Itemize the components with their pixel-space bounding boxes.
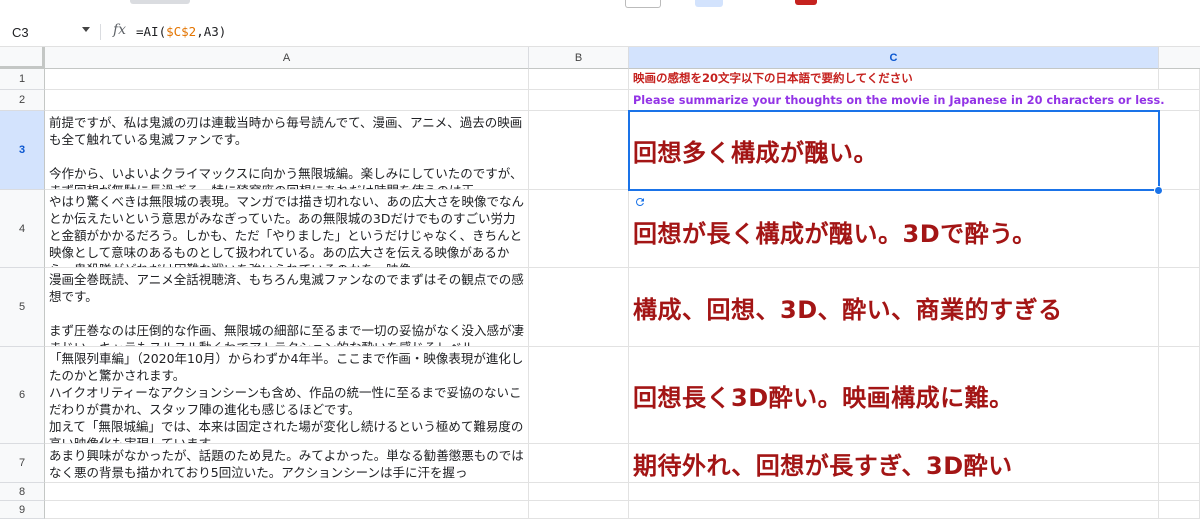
cell-d9[interactable] (1159, 501, 1200, 519)
cell-a7[interactable]: あまり興味がなかったが、話題のため見た。みてよかった。単なる勧善懲悪ものではなく… (45, 444, 529, 483)
select-all-corner[interactable] (0, 47, 45, 69)
row-header-2[interactable]: 2 (0, 90, 45, 111)
row-header-5[interactable]: 5 (0, 268, 45, 347)
row-header-3[interactable]: 3 (0, 111, 45, 190)
cell-b2[interactable] (529, 90, 629, 111)
cell-d4[interactable] (1159, 190, 1200, 268)
column-header-d-partial[interactable] (1159, 47, 1200, 69)
cell-b8[interactable] (529, 483, 629, 501)
name-box-value: C3 (12, 24, 29, 40)
formula-reference: $C$2 (166, 24, 197, 39)
toolbar-color-fragment (795, 0, 817, 5)
column-header-c[interactable]: C (629, 47, 1159, 69)
cell-c9[interactable] (629, 501, 1159, 519)
row-header-8[interactable]: 8 (0, 483, 45, 501)
cell-b7[interactable] (529, 444, 629, 483)
column-header-a[interactable]: A (45, 47, 529, 69)
fill-handle[interactable] (1154, 186, 1163, 195)
column-header-b[interactable]: B (529, 47, 629, 69)
cell-d5[interactable] (1159, 268, 1200, 347)
name-box[interactable]: C3 (0, 18, 100, 46)
fx-icon: fx (113, 22, 127, 38)
row-header-9[interactable]: 9 (0, 501, 45, 519)
formula-bar: C3 fx =AI($C$2,A3) (0, 18, 1200, 47)
formula-suffix: ,A3) (196, 24, 227, 39)
cell-c3[interactable]: 回想多く構成が醜い。 (629, 111, 1159, 190)
cell-c4[interactable]: 回想が長く構成が醜い。3Dで酔う。 (629, 190, 1159, 268)
cell-d8[interactable] (1159, 483, 1200, 501)
cell-d6[interactable] (1159, 347, 1200, 444)
cell-a9[interactable] (45, 501, 529, 519)
row-header-4[interactable]: 4 (0, 190, 45, 268)
cell-d3[interactable] (1159, 111, 1200, 190)
cell-a3[interactable]: 前提ですが、私は鬼滅の刃は連載当時から毎号読んでて、漫画、アニメ、過去の映画も全… (45, 111, 529, 190)
cell-b1[interactable] (529, 69, 629, 90)
chevron-down-icon[interactable] (82, 27, 90, 32)
cell-c7[interactable]: 期待外れ、回想が長すぎ、3D酔い (629, 444, 1159, 483)
cell-c1[interactable]: 映画の感想を20文字以下の日本語で要約してください (629, 69, 1159, 90)
cell-b5[interactable] (529, 268, 629, 347)
toolbar-control-fragment (695, 0, 723, 7)
cell-a4[interactable]: やはり驚くべきは無限城の表現。マンガでは描き切れない、あの広大さを映像でなんとか… (45, 190, 529, 268)
cell-d7[interactable] (1159, 444, 1200, 483)
formula-separator (100, 24, 101, 40)
refresh-icon[interactable] (630, 193, 650, 211)
cell-b3[interactable] (529, 111, 629, 190)
row-header-7[interactable]: 7 (0, 444, 45, 483)
toolbar-control-fragment (625, 0, 661, 8)
cell-a6[interactable]: 「無限列車編」（2020年10月）からわずか4年半。ここまで作画・映像表現が進化… (45, 347, 529, 444)
row-header-1[interactable]: 1 (0, 69, 45, 90)
toolbar-tab-fragment (130, 0, 190, 4)
cell-a5[interactable]: 漫画全巻既読、アニメ全話視聴済、もちろん鬼滅ファンなのでまずはその観点での感想で… (45, 268, 529, 347)
cell-b6[interactable] (529, 347, 629, 444)
cell-c2[interactable]: Please summarize your thoughts on the mo… (629, 90, 1200, 111)
cell-a1[interactable] (45, 69, 529, 90)
formula-prefix: =AI( (136, 24, 167, 39)
cell-a8[interactable] (45, 483, 529, 501)
spreadsheet-grid: A B C 1 2 3 4 5 6 7 8 9 映画の感想を20文字以下の日本語… (0, 47, 1200, 519)
cell-b9[interactable] (529, 501, 629, 519)
row-header-6[interactable]: 6 (0, 347, 45, 444)
formula-input[interactable]: =AI($C$2,A3) (136, 24, 226, 39)
cell-c5[interactable]: 構成、回想、3D、酔い、商業的すぎる (629, 268, 1159, 347)
toolbar-strip (0, 0, 1200, 19)
cell-a2[interactable] (45, 90, 529, 111)
cell-c8[interactable] (629, 483, 1159, 501)
cell-c6[interactable]: 回想長く3D酔い。映画構成に難。 (629, 347, 1159, 444)
cell-d1[interactable] (1159, 69, 1200, 90)
cell-b4[interactable] (529, 190, 629, 268)
